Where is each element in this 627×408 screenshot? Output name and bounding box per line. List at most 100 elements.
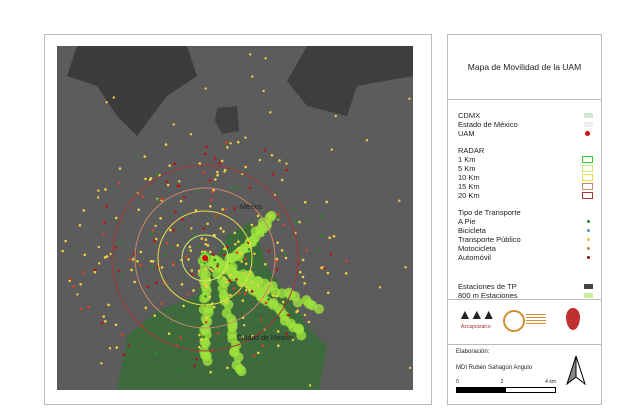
legend-swatch [584, 122, 593, 127]
transport-point [299, 314, 303, 317]
transport-point [198, 162, 202, 165]
legend-item: CDMX [458, 111, 593, 120]
transport-point [181, 218, 185, 222]
transport-point [154, 237, 158, 241]
transport-point [242, 324, 246, 327]
station-buffer [223, 299, 234, 310]
transport-point [292, 206, 296, 210]
transport-point [130, 268, 133, 272]
transport-point [236, 140, 240, 144]
legend-swatch [587, 256, 590, 259]
legend-label: 10 Km [458, 173, 480, 182]
transport-point [275, 257, 279, 261]
legend-label: Estaciones de TP [458, 282, 517, 291]
transport-point [104, 188, 107, 191]
transport-point [280, 178, 284, 182]
transport-point [188, 245, 192, 249]
transport-point [233, 206, 237, 210]
transport-point [298, 220, 301, 224]
transport-point [264, 232, 267, 236]
legend-swatch [584, 113, 593, 118]
transport-point [107, 303, 110, 307]
legend-swatch [587, 247, 590, 250]
transport-point [136, 154, 140, 158]
transport-point [196, 188, 200, 192]
transport-point [118, 167, 122, 170]
transport-point [164, 143, 168, 146]
map[interactable]: México Ciudad de México [57, 46, 413, 390]
transport-point [149, 259, 153, 263]
transport-point [179, 335, 183, 339]
transport-point [277, 217, 280, 220]
transport-point [205, 145, 208, 149]
transport-point [96, 196, 100, 199]
uam-marker[interactable] [202, 255, 208, 261]
transport-point [240, 260, 244, 263]
transport-point [325, 200, 329, 204]
transport-point [82, 209, 86, 212]
station-buffer [296, 330, 307, 341]
transport-point [78, 223, 82, 227]
transport-point [307, 320, 311, 324]
station-buffer [266, 210, 277, 221]
transport-point [228, 279, 232, 282]
station-buffer [202, 356, 213, 367]
transport-point [160, 302, 164, 305]
transport-point [180, 283, 184, 286]
transport-point [160, 197, 164, 201]
transport-point [244, 136, 247, 139]
transport-point [61, 249, 64, 253]
transport-point [167, 332, 171, 336]
station-buffer [313, 303, 324, 314]
legend-swatch [582, 156, 593, 163]
transport-point [230, 186, 234, 189]
transport-point [204, 267, 207, 271]
transport-point [197, 269, 201, 273]
transport-point [263, 149, 267, 152]
transport-point [303, 313, 307, 317]
transport-point [269, 111, 272, 114]
transport-point [105, 101, 108, 104]
transport-point [178, 227, 181, 231]
transport-point [299, 270, 302, 274]
transport-point [275, 268, 279, 271]
transport-point [213, 157, 217, 160]
transport-point [256, 242, 259, 245]
legend-item: UAM [458, 129, 593, 138]
institute-logo-text [526, 314, 546, 324]
transport-point [264, 57, 267, 60]
transport-heading: Tipo de Transporte [458, 208, 521, 217]
transport-point [150, 232, 154, 235]
map-label-mexico: México [240, 204, 262, 211]
station-buffer [236, 366, 247, 377]
transport-point [208, 250, 212, 254]
transport-point [189, 133, 193, 136]
transport-point [94, 268, 97, 271]
transport-point [244, 262, 248, 266]
transport-point [217, 331, 220, 335]
transport-point [229, 293, 232, 297]
transport-point [286, 304, 290, 307]
location-logo [566, 308, 580, 330]
legend-label: A Pie [458, 217, 476, 226]
scale-bar: 024 km [456, 379, 556, 393]
transport-point [248, 288, 252, 292]
map-title: Mapa de Movilidad de la UAM [448, 35, 601, 100]
transport-point [127, 344, 130, 347]
transport-point [79, 307, 83, 311]
transport-point [102, 232, 105, 236]
transport-point [64, 239, 67, 243]
transport-point [139, 250, 143, 254]
transport-point [173, 162, 177, 166]
transport-point [121, 274, 125, 277]
legend-swatch [582, 165, 593, 172]
transport-point [83, 253, 87, 257]
transport-point [209, 267, 213, 271]
transport-point [97, 245, 101, 249]
transport-point [330, 148, 333, 151]
transport-point [198, 333, 201, 337]
legend-label: Bicicleta [458, 226, 486, 235]
transport-point [329, 253, 333, 256]
transport-point [241, 299, 245, 302]
legend-label: 15 Km [458, 182, 480, 191]
